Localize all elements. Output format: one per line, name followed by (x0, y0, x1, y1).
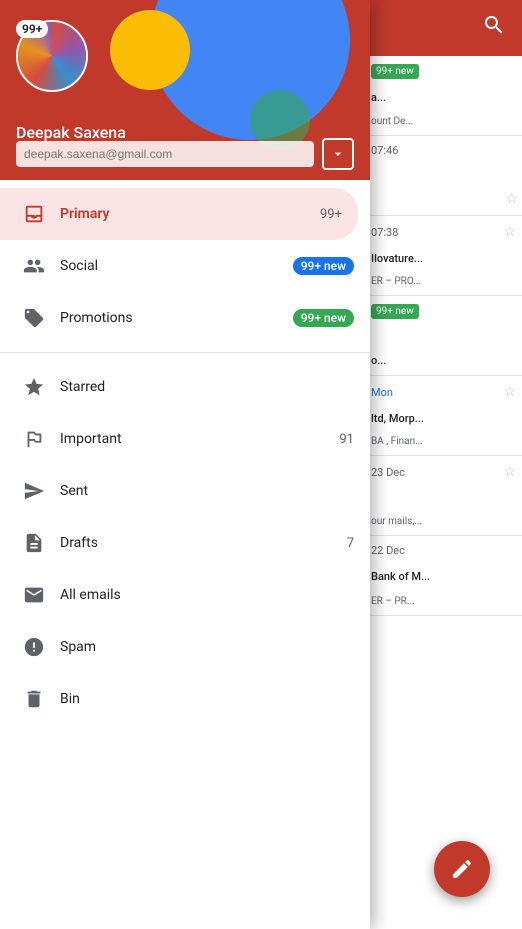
sidebar-item-drafts[interactable]: Drafts 7 (0, 517, 370, 569)
sidebar-item-label: Important (60, 431, 339, 447)
spam-icon (16, 629, 52, 665)
deco-yellow-circle (110, 10, 190, 90)
email-sender: Bank of M... (371, 570, 501, 583)
email-field[interactable] (16, 141, 314, 167)
list-item[interactable]: 07:38 ☆ Ilovature... ER – PRO... (365, 216, 522, 296)
drafts-icon (16, 525, 52, 561)
sidebar-item-sent[interactable]: Sent (0, 465, 370, 517)
sidebar-item-important[interactable]: Important 91 (0, 413, 370, 465)
email-time: 23 Dec (371, 466, 405, 479)
email-subject: our mails,... (371, 516, 501, 527)
sidebar-item-label: Bin (60, 691, 354, 707)
sidebar-item-label: Starred (60, 379, 354, 395)
star-icon[interactable]: ☆ (505, 191, 518, 207)
email-subject: ER – PRO... (371, 276, 501, 287)
promotions-icon (16, 300, 52, 336)
email-time: 07:38 (371, 226, 398, 239)
nav-badge-social: 99+ new (293, 257, 354, 275)
sidebar-item-label: Primary (60, 206, 320, 222)
all-emails-icon (16, 577, 52, 613)
sidebar-item-label: Promotions (60, 310, 293, 326)
email-subject: ER – PR... (371, 596, 501, 607)
email-time-badge: 99+ new (371, 64, 419, 79)
sidebar-item-social[interactable]: Social 99+ new (0, 240, 370, 292)
nav-count: 91 (339, 432, 354, 447)
sidebar-item-label: Sent (60, 483, 354, 499)
email-subject: BA , Finan... (371, 436, 501, 447)
inbox-icon (16, 196, 52, 232)
navigation-drawer: 99+ Deepak Saxena Primary 99+ (0, 0, 370, 929)
email-time: 22 Dec (371, 544, 405, 557)
list-item[interactable]: 23 Dec ☆ our mails,... (365, 456, 522, 536)
sidebar-item-bin[interactable]: Bin (0, 673, 370, 725)
search-icon[interactable] (482, 13, 506, 43)
sidebar-item-label: Social (60, 258, 293, 274)
email-subject: ount De... (371, 116, 501, 127)
email-time-badge: 99+ new (371, 304, 419, 319)
sidebar-item-label: Drafts (60, 535, 347, 551)
nav-badge-promotions: 99+ new (293, 309, 354, 327)
list-item[interactable]: 22 Dec Bank of M... ER – PR... (365, 536, 522, 616)
sidebar-item-label: Spam (60, 639, 354, 655)
nav-count: 7 (347, 536, 354, 551)
sidebar-item-promotions[interactable]: Promotions 99+ new (0, 292, 370, 344)
compose-button[interactable] (434, 841, 490, 897)
profile-email-row (16, 138, 354, 170)
list-item[interactable]: Mon ☆ ltd, Morp... BA , Finan... (365, 376, 522, 456)
email-list: 99+ new a... ount De... 07:46 ☆ 07:38 ☆ … (365, 56, 522, 929)
account-dropdown-button[interactable] (322, 138, 354, 170)
unread-count-badge: 99+ (16, 20, 48, 38)
nav-count: 99+ (320, 207, 342, 222)
email-time: Mon (371, 386, 393, 399)
email-sender: Ilovature... (371, 252, 501, 265)
social-icon (16, 248, 52, 284)
email-sender: a... (371, 91, 501, 104)
email-sender: ltd, Morp... (371, 412, 501, 425)
email-sender: o... (371, 354, 501, 367)
drawer-header: 99+ Deepak Saxena (0, 0, 370, 180)
sidebar-item-primary[interactable]: Primary 99+ (0, 188, 358, 240)
list-item[interactable]: 07:46 ☆ (365, 136, 522, 216)
star-icon[interactable]: ☆ (503, 224, 516, 240)
list-item[interactable]: 99+ new o... (365, 296, 522, 376)
sidebar-item-label: All emails (60, 587, 354, 603)
sidebar-item-all-emails[interactable]: All emails (0, 569, 370, 621)
sidebar-item-starred[interactable]: Starred (0, 361, 370, 413)
important-icon (16, 421, 52, 457)
star-icon (16, 369, 52, 405)
list-item[interactable]: 99+ new a... ount De... (365, 56, 522, 136)
email-time: 07:46 (371, 144, 398, 157)
star-icon[interactable]: ☆ (503, 384, 516, 400)
nav-divider (0, 352, 370, 353)
drawer-nav: Primary 99+ Social 99+ new Promotions 99… (0, 180, 370, 929)
bin-icon (16, 681, 52, 717)
star-icon[interactable]: ☆ (503, 464, 516, 480)
sidebar-item-spam[interactable]: Spam (0, 621, 370, 673)
sent-icon (16, 473, 52, 509)
